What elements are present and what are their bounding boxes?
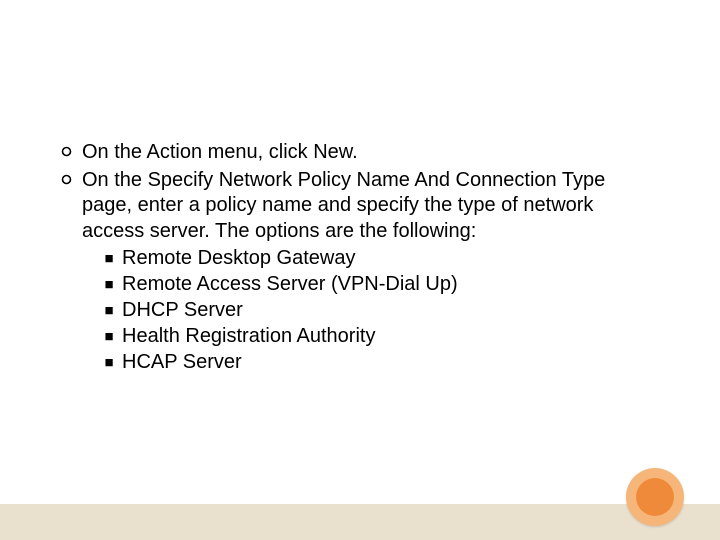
footer-bar: [0, 504, 720, 540]
list-item-text-main: On the Specify Network Policy Name And C…: [82, 169, 605, 242]
list-item: On the Action menu, click New.: [56, 140, 660, 166]
square-icon: ■: [100, 298, 118, 324]
sublist-item-text: Health Registration Authority: [122, 324, 660, 350]
list-item-text: On the Action menu, click New.: [82, 140, 660, 166]
sublist-item-text: Remote Access Server (VPN-Dial Up): [122, 272, 660, 298]
sublist: ■ Remote Desktop Gateway ■ Remote Access…: [82, 246, 660, 376]
sublist-item: ■ Remote Desktop Gateway: [82, 246, 660, 272]
bullet-icon: [56, 174, 76, 185]
sublist-item: ■ HCAP Server: [82, 350, 660, 376]
square-icon: ■: [100, 350, 118, 376]
sublist-item: ■ DHCP Server: [82, 298, 660, 324]
list-item: On the Specify Network Policy Name And C…: [56, 168, 660, 377]
sublist-item: ■ Health Registration Authority: [82, 324, 660, 350]
decorative-circle-inner: [636, 478, 674, 516]
slide: On the Action menu, click New. On the Sp…: [0, 0, 720, 540]
list-item-text: On the Specify Network Policy Name And C…: [82, 168, 660, 377]
square-icon: ■: [100, 324, 118, 350]
sublist-item-text: HCAP Server: [122, 350, 660, 376]
sublist-item-text: Remote Desktop Gateway: [122, 246, 660, 272]
sublist-item: ■ Remote Access Server (VPN-Dial Up): [82, 272, 660, 298]
square-icon: ■: [100, 246, 118, 272]
sublist-item-text: DHCP Server: [122, 298, 660, 324]
bullet-icon: [56, 146, 76, 157]
square-icon: ■: [100, 272, 118, 298]
content-area: On the Action menu, click New. On the Sp…: [56, 140, 660, 378]
